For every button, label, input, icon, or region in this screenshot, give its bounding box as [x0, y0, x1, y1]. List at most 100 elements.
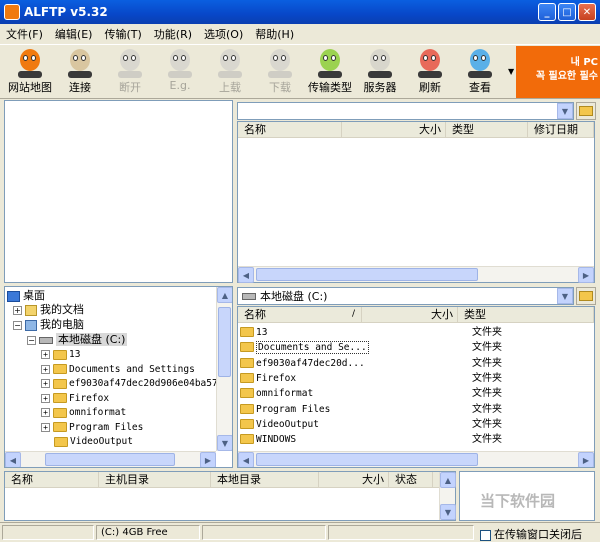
ad-banner[interactable]: 내 PC 꼭 필요한 필수	[516, 46, 600, 98]
scroll-thumb[interactable]	[45, 453, 175, 466]
local-file-row[interactable]: ef9030af47dec20d... 文件夹	[240, 356, 590, 371]
minimize-button[interactable]: _	[538, 3, 556, 21]
scroll-left-button[interactable]: ◀	[5, 452, 21, 467]
maximize-button[interactable]: □	[558, 3, 576, 21]
download-icon	[266, 48, 294, 78]
scroll-thumb[interactable]	[256, 268, 478, 281]
remote-col-name[interactable]: 名称	[238, 122, 342, 138]
tree-item-my-computer[interactable]: − 我的电脑	[13, 317, 84, 332]
expand-icon[interactable]: +	[41, 422, 50, 432]
remote-col-size[interactable]: 大小	[342, 122, 446, 138]
local-file-row[interactable]: Program Files 文件夹	[240, 402, 590, 417]
scroll-right-button[interactable]: ▶	[578, 452, 594, 467]
local-file-row[interactable]: omniformat 文件夹	[240, 386, 590, 401]
collapse-icon[interactable]: −	[27, 335, 36, 345]
local-file-row[interactable]: 13 文件夹	[240, 325, 590, 340]
toolbar-button-6[interactable]: 传输类型	[306, 48, 354, 98]
expand-icon[interactable]: +	[41, 393, 50, 403]
local-path-combo[interactable]: 本地磁盘 (C:) ▼	[237, 287, 574, 305]
scroll-left-button[interactable]: ◀	[238, 452, 254, 467]
collapse-icon[interactable]: −	[13, 320, 22, 330]
tree-folder-item[interactable]: + ef9030af47dec20d906e04ba57	[41, 376, 218, 391]
scroll-right-button[interactable]: ▶	[200, 452, 216, 467]
scroll-down-button[interactable]: ▼	[440, 504, 456, 520]
chevron-down-icon[interactable]: ▼	[557, 103, 573, 119]
close-button[interactable]: ✕	[578, 3, 596, 21]
scroll-right-button[interactable]: ▶	[578, 267, 594, 283]
queue-col-local-dir[interactable]: 本地目录	[211, 472, 319, 488]
tree-folder-item[interactable]: + Firefox	[41, 391, 109, 406]
menu-function[interactable]: 功能(R)	[154, 26, 192, 42]
toolbar-button-4[interactable]: 上载	[206, 48, 254, 98]
queue-header: 名称 主机目录 本地目录 大小 状态	[5, 472, 455, 488]
scroll-up-button[interactable]: ▲	[217, 287, 232, 303]
local-file-row[interactable]: Documents and Se... 文件夹	[240, 340, 590, 355]
expand-icon[interactable]: +	[13, 305, 22, 315]
menu-transfer[interactable]: 传输(T)	[104, 26, 141, 42]
local-col-type[interactable]: 类型	[458, 307, 594, 323]
scroll-thumb[interactable]	[218, 307, 231, 377]
local-tree-panel[interactable]: 桌面 + 我的文档 − 我的电脑 − 本地磁盘 (C:) +13 + Documents …	[4, 286, 233, 468]
tree-hscroll[interactable]: ◀ ▶	[5, 451, 216, 467]
local-file-row[interactable]: WINDOWS 文件夹	[240, 432, 590, 447]
remote-col-date[interactable]: 修订日期	[528, 122, 594, 138]
remote-file-list[interactable]: 名称 大小 类型 修订日期 ◀ ▶	[237, 121, 595, 283]
tree-label: 我的电脑	[40, 318, 84, 331]
remote-path-combo[interactable]: ▼	[237, 102, 574, 120]
remote-up-folder-button[interactable]	[576, 102, 596, 120]
expand-icon[interactable]: +	[41, 379, 50, 388]
remote-col-type[interactable]: 类型	[446, 122, 528, 138]
tree-item-local-drive[interactable]: − 本地磁盘 (C:)	[27, 332, 128, 347]
menu-file[interactable]: 文件(F)	[6, 26, 43, 42]
queue-col-host-dir[interactable]: 主机目录	[99, 472, 211, 488]
folder-up-icon	[579, 106, 593, 116]
toolbar-button-3[interactable]: E.g.	[156, 48, 204, 98]
toolbar-button-0[interactable]: 网站地图	[6, 48, 54, 98]
tree-folder-item[interactable]: VideoOutput	[41, 434, 133, 449]
queue-col-size[interactable]: 大小	[319, 472, 389, 488]
col-label: 名称	[244, 308, 266, 321]
queue-vscroll[interactable]: ▲ ▼	[439, 472, 456, 520]
toolbar-button-5[interactable]: 下载	[256, 48, 304, 98]
local-col-size[interactable]: 大小	[362, 307, 458, 323]
chevron-down-icon[interactable]: ▼	[557, 288, 573, 304]
toolbar-button-2[interactable]: 断开	[106, 48, 154, 98]
remote-hscroll[interactable]: ◀ ▶	[238, 266, 594, 283]
tree-vscroll[interactable]: ▲ ▼	[216, 287, 232, 451]
tree-item-my-documents[interactable]: + 我的文档	[13, 302, 84, 317]
menu-help[interactable]: 帮助(H)	[255, 26, 294, 42]
local-up-folder-button[interactable]	[576, 287, 596, 305]
tree-folder-item[interactable]: + omniformat	[41, 405, 126, 420]
menu-edit[interactable]: 编辑(E)	[55, 26, 93, 42]
tree-folder-item[interactable]: +13	[41, 347, 80, 362]
toolbar-button-7[interactable]: 服务器	[356, 48, 404, 98]
close-after-transfer-checkbox[interactable]: 在传输窗口关闭后	[480, 526, 582, 542]
checkbox-icon[interactable]	[480, 529, 491, 541]
tree-folder-label: Documents and Settings	[69, 363, 195, 375]
local-file-row[interactable]: VideoOutput 文件夹	[240, 417, 590, 432]
toolbar-button-8[interactable]: 刷新	[406, 48, 454, 98]
scroll-down-button[interactable]: ▼	[217, 435, 232, 451]
queue-col-status[interactable]: 状态	[389, 472, 433, 488]
transfer-queue[interactable]: 名称 主机目录 本地目录 大小 状态 ▲ ▼	[4, 471, 456, 521]
toolbar-button-1[interactable]: 连接	[56, 48, 104, 98]
toolbar-button-9[interactable]: 查看	[456, 48, 504, 98]
tree-folder-item[interactable]: + Program Files	[41, 420, 143, 435]
expand-icon[interactable]: +	[41, 350, 50, 359]
local-hscroll[interactable]: ◀ ▶	[238, 451, 594, 467]
tree-folder-item[interactable]: + Documents and Settings	[41, 362, 195, 377]
queue-col-name[interactable]: 名称	[5, 472, 99, 488]
local-file-row[interactable]: Firefox 文件夹	[240, 371, 590, 386]
local-col-name[interactable]: 名称 /	[238, 307, 362, 323]
scroll-thumb[interactable]	[256, 453, 478, 466]
menu-options[interactable]: 选项(O)	[204, 26, 243, 42]
toolbar-more-arrow[interactable]: ▼	[508, 67, 514, 76]
folder-icon	[53, 422, 67, 432]
expand-icon[interactable]: +	[41, 408, 50, 417]
local-file-list[interactable]: 名称 / 大小 类型 13 文件夹 Documents and Se... 文件夹 ef9…	[237, 306, 595, 468]
scroll-up-button[interactable]: ▲	[440, 472, 456, 488]
tree-item-desktop[interactable]: 桌面	[7, 288, 45, 303]
expand-icon[interactable]: +	[41, 364, 50, 374]
remote-tree-panel[interactable]	[4, 100, 233, 283]
scroll-left-button[interactable]: ◀	[238, 267, 254, 283]
